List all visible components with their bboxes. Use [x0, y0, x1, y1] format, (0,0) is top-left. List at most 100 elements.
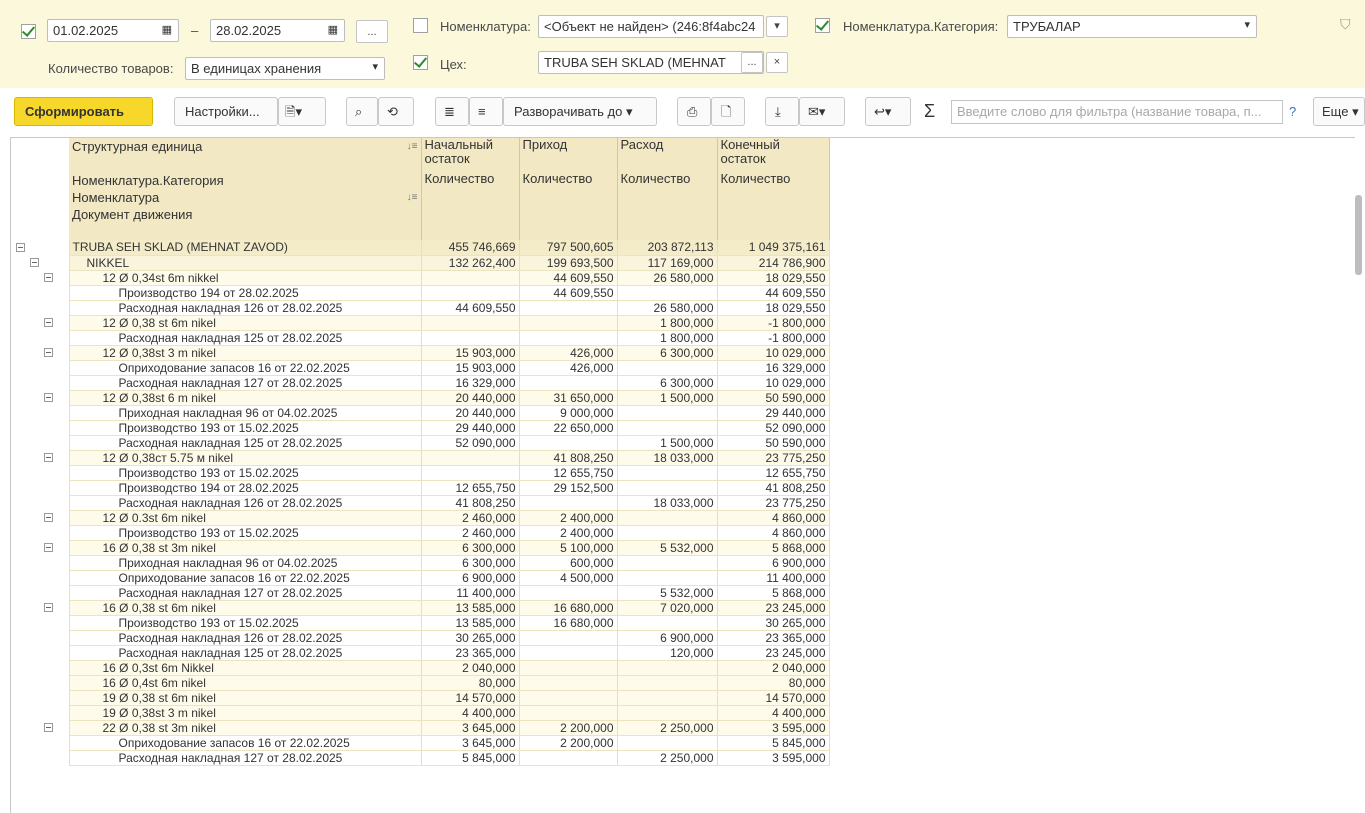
table-row[interactable]: Расходная накладная 126 от 28.02.2025 44 …: [11, 300, 830, 316]
row-name: Расходная накладная 126 от 28.02.2025: [69, 630, 422, 646]
table-row[interactable]: 12 Ø 0,34st 6m nikkel 44 609,550 26 580,00…: [11, 270, 830, 286]
scrollbar-thumb[interactable]: [1355, 195, 1362, 275]
row-name: 12 Ø 0,38 st 6m nikel: [69, 315, 422, 331]
calendar-icon[interactable]: ▦: [162, 23, 172, 36]
clear-icon[interactable]: ×: [766, 52, 788, 73]
col-income[interactable]: Приход: [519, 138, 618, 172]
table-row[interactable]: Производство 193 от 15.02.2025 13 585,000…: [11, 615, 830, 631]
table-row[interactable]: Расходная накладная 125 от 28.02.2025 52 …: [11, 435, 830, 451]
col-structural-unit[interactable]: Структурная единица ↓≡: [69, 138, 422, 155]
generate-button[interactable]: Сформировать: [14, 97, 153, 126]
date-to-field[interactable]: 28.02.2025 ▦: [210, 19, 345, 42]
nomenclature-checkbox[interactable]: [413, 18, 428, 33]
sort-icon[interactable]: ↓≡: [407, 140, 418, 154]
table-row[interactable]: 22 Ø 0,38 st 3m nikel 3 645,000 2 200,000 2…: [11, 720, 830, 736]
table-row[interactable]: 16 Ø 0,4st 6m nikel 80,000 80,000: [11, 675, 830, 691]
table-row[interactable]: Расходная накладная 127 от 28.02.2025 5 8…: [11, 750, 830, 766]
col-closing-balance[interactable]: Конечный остаток: [717, 138, 830, 172]
collapse-icon[interactable]: [44, 272, 53, 282]
collapse-rows-icon[interactable]: ≣: [435, 97, 469, 126]
table-row[interactable]: 12 Ø 0,38ст 5.75 м nikel 41 808,250 18 033…: [11, 450, 830, 466]
table-row[interactable]: Оприходование запасов 16 от 22.02.2025 6 …: [11, 570, 830, 586]
help-icon[interactable]: ?: [1289, 104, 1296, 119]
chevron-down-icon[interactable]: ▾: [766, 16, 788, 37]
calendar-icon[interactable]: ▦: [328, 23, 338, 36]
qty-select[interactable]: В единицах хранения ▾: [185, 57, 385, 80]
table-row[interactable]: Производство 193 от 15.02.2025 2 460,000 2…: [11, 525, 830, 541]
expand-rows-icon[interactable]: ≡: [469, 97, 503, 126]
collapse-icon[interactable]: [44, 722, 53, 732]
table-row[interactable]: 12 Ø 0.3st 6m nikel 2 460,000 2 400,000 4 8…: [11, 510, 830, 526]
search-input[interactable]: Введите слово для фильтра (название това…: [951, 100, 1283, 124]
chevron-down-icon[interactable]: ▾: [372, 60, 378, 73]
collapse-icon[interactable]: [44, 512, 53, 522]
filter-icon[interactable]: ⛉: [1340, 16, 1351, 33]
category-checkbox[interactable]: [815, 18, 830, 33]
collapse-icon[interactable]: [44, 317, 53, 327]
table-row[interactable]: Производство 194 от 28.02.2025 44 609,550…: [11, 285, 830, 301]
chevron-down-icon[interactable]: ▾: [1244, 18, 1250, 31]
col-expense[interactable]: Расход: [617, 138, 718, 172]
table-row[interactable]: Производство 193 от 15.02.2025 29 440,000…: [11, 420, 830, 436]
email-icon[interactable]: ✉▾: [799, 97, 845, 126]
shop-field[interactable]: TRUBA SEH SKLAD (MEHNAT: [538, 51, 764, 74]
table-row[interactable]: 12 Ø 0,38st 3 m nikel 15 903,000 426,000 6 …: [11, 345, 830, 361]
collapse-icon[interactable]: [44, 392, 53, 402]
sort-icon[interactable]: ↓≡: [407, 191, 418, 205]
table-row[interactable]: NIKKEL 132 262,400 199 693,500 117 169,000 2…: [11, 255, 830, 271]
period-checkbox[interactable]: [21, 24, 36, 39]
preview-icon[interactable]: 🗋: [711, 97, 745, 126]
table-row[interactable]: Расходная накладная 125 от 28.02.2025 1 8…: [11, 330, 830, 346]
table-row[interactable]: Приходная накладная 96 от 04.02.2025 6 30…: [11, 555, 830, 571]
expand-to-dropdown[interactable]: Разворачивать до ▾: [503, 97, 657, 126]
table-row[interactable]: Производство 193 от 15.02.2025 12 655,750…: [11, 465, 830, 481]
col-nomenclature[interactable]: Номенклатура ↓≡: [69, 189, 422, 206]
shop-checkbox[interactable]: [413, 55, 428, 70]
period-select-button[interactable]: ...: [356, 20, 388, 43]
more-button[interactable]: Еще ▾: [1313, 97, 1365, 126]
col-category[interactable]: Номенклатура.Категория: [69, 172, 422, 189]
refresh-search-icon[interactable]: ⟲: [378, 97, 414, 126]
table-row[interactable]: Расходная накладная 127 от 28.02.2025 11 …: [11, 585, 830, 601]
table-row[interactable]: Расходная накладная 125 от 28.02.2025 23 …: [11, 645, 830, 661]
variant-button[interactable]: 🗎▾: [278, 97, 326, 126]
table-row[interactable]: 16 Ø 0,38 st 3m nikel 6 300,000 5 100,000 5…: [11, 540, 830, 556]
nomenclature-field[interactable]: <Объект не найден> (246:8f4abc24: [538, 15, 764, 38]
table-row[interactable]: Расходная накладная 126 от 28.02.2025 30 …: [11, 630, 830, 646]
shop-select-button[interactable]: ...: [741, 52, 763, 73]
table-row[interactable]: 12 Ø 0,38 st 6m nikel 1 800,000 -1 800,000: [11, 315, 830, 331]
table-row[interactable]: 16 Ø 0,3st 6m Nikkel 2 040,000 2 040,000: [11, 660, 830, 676]
col-structural-unit-label: Структурная единица: [72, 138, 203, 154]
collapse-icon[interactable]: [44, 542, 53, 552]
collapse-icon[interactable]: [44, 347, 53, 357]
collapse-icon[interactable]: [16, 242, 25, 252]
cell-out: 1 800,000: [617, 315, 718, 331]
table-row[interactable]: 12 Ø 0,38st 6 m nikel 20 440,000 31 650,00…: [11, 390, 830, 406]
col-document[interactable]: Документ движения: [69, 206, 422, 223]
collapse-icon[interactable]: [44, 452, 53, 462]
cell-open: 15 903,000: [421, 360, 520, 376]
vertical-scrollbar[interactable]: [1355, 147, 1363, 802]
col-opening-balance[interactable]: Начальный остаток: [421, 138, 520, 172]
table-row[interactable]: Оприходование запасов 16 от 22.02.2025 15…: [11, 360, 830, 376]
table-row[interactable]: Оприходование запасов 16 от 22.02.2025 3 …: [11, 735, 830, 751]
table-row[interactable]: Производство 194 от 28.02.2025 12 655,750…: [11, 480, 830, 496]
category-field[interactable]: ТРУБАЛАР ▾: [1007, 15, 1257, 38]
date-from-field[interactable]: 01.02.2025 ▦: [47, 19, 179, 42]
cell-open: 29 440,000: [421, 420, 520, 436]
table-row[interactable]: TRUBA SEH SKLAD (MEHNAT ZAVOD) 455 746,66…: [11, 240, 830, 256]
download-icon[interactable]: ⤓: [765, 97, 799, 126]
sum-icon[interactable]: Σ: [924, 101, 935, 122]
settings-button[interactable]: Настройки...: [174, 97, 278, 126]
table-row[interactable]: Приходная накладная 96 от 04.02.2025 20 4…: [11, 405, 830, 421]
table-row[interactable]: 19 Ø 0,38 st 6m nikel 14 570,000 14 570,00…: [11, 690, 830, 706]
print-icon[interactable]: ⎙: [677, 97, 711, 126]
undo-icon[interactable]: ↩▾: [865, 97, 911, 126]
collapse-icon[interactable]: [30, 257, 39, 267]
table-row[interactable]: Расходная накладная 127 от 28.02.2025 16 …: [11, 375, 830, 391]
table-row[interactable]: Расходная накладная 126 от 28.02.2025 41 …: [11, 495, 830, 511]
table-row[interactable]: 16 Ø 0,38 st 6m nikel 13 585,000 16 680,00…: [11, 600, 830, 616]
table-row[interactable]: 19 Ø 0,38st 3 m nikel 4 400,000 4 400,000: [11, 705, 830, 721]
collapse-icon[interactable]: [44, 602, 53, 612]
search-icon[interactable]: ⌕: [346, 97, 378, 126]
